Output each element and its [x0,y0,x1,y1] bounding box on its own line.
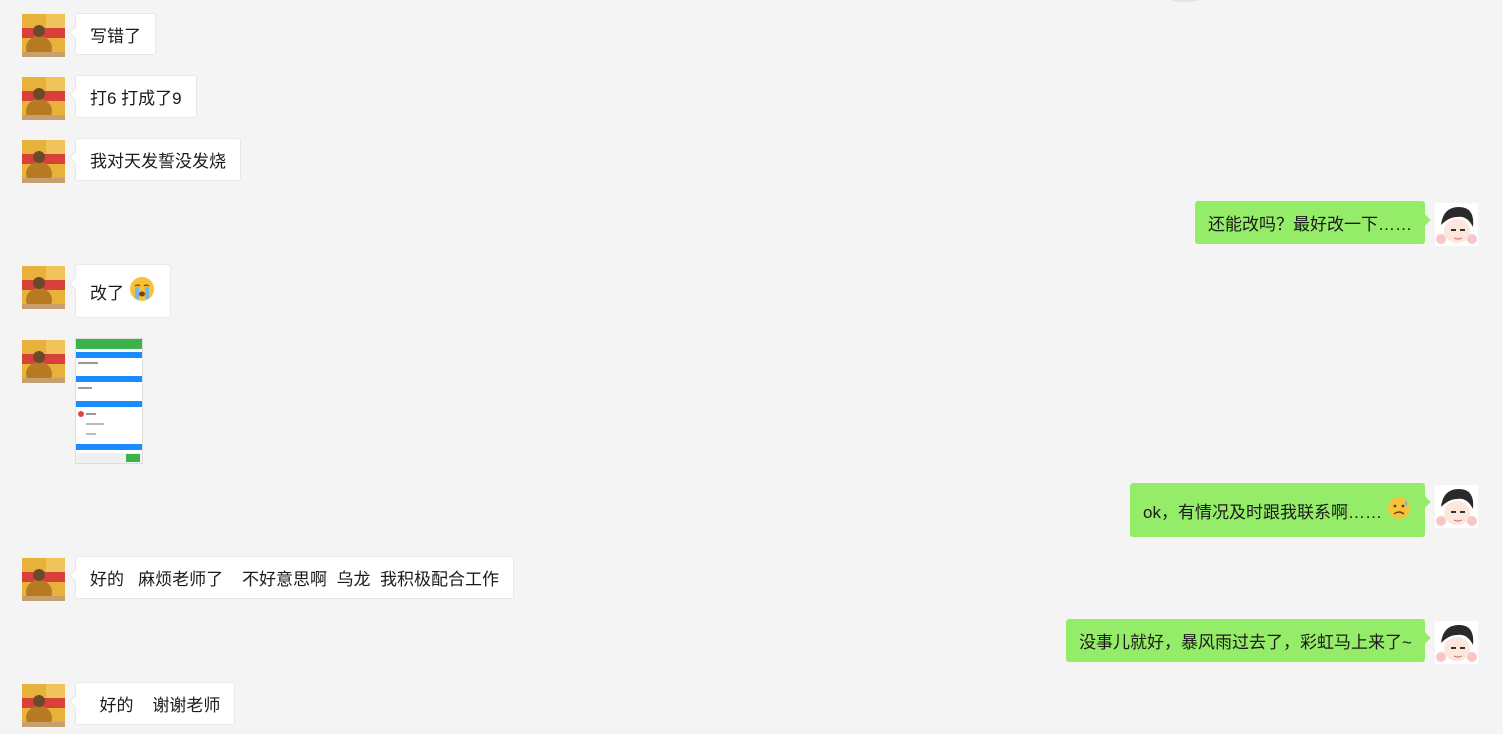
message-text: 打6 打成了9 [90,89,182,108]
form-screenshot-thumbnail[interactable] [75,338,143,464]
message-text: 我对天发誓没发烧 [90,152,226,171]
message-text: 改了 [90,283,124,303]
woman-portrait-avatar[interactable] [22,140,65,183]
woman-portrait-avatar[interactable] [22,684,65,727]
woman-portrait-avatar[interactable] [22,77,65,120]
message-bubble[interactable]: 好的 谢谢老师 [75,682,236,725]
cartoon-boy-avatar[interactable] [1435,621,1478,664]
message-bubble[interactable]: 好的 麻烦老师了 不好意思啊 乌龙 我积极配合工作 [75,556,514,599]
message-text: 好的 麻烦老师了 不好意思啊 乌龙 我积极配合工作 [90,570,499,589]
woman-portrait-avatar[interactable] [22,14,65,57]
woman-portrait-avatar[interactable] [22,266,65,309]
chat-message-list[interactable]: 写错了 打6 打成了9 我对天发誓没发烧 还能改吗？最好改一下…… 改了 ok，… [0,0,1503,734]
message-bubble[interactable]: 我对天发誓没发烧 [75,138,241,181]
message-text: 还能改吗？最好改一下…… [1208,215,1412,234]
cartoon-boy-avatar[interactable] [1435,485,1478,528]
cartoon-boy-avatar[interactable] [1435,203,1478,246]
message-bubble[interactable]: 没事儿就好，暴风雨过去了，彩虹马上来了~ [1066,619,1425,662]
message-bubble[interactable]: 写错了 [75,13,156,55]
message-text: 没事儿就好，暴风雨过去了，彩虹马上来了~ [1079,633,1412,652]
scroll-indicator [1165,0,1205,2]
message-bubble[interactable]: 改了 [75,264,171,318]
woman-portrait-avatar[interactable] [22,558,65,601]
crying-face-emoji [128,275,156,308]
message-bubble[interactable]: 还能改吗？最好改一下…… [1195,201,1425,244]
message-text: 好的 谢谢老师 [90,696,221,715]
sad-relieved-face-emoji [1386,495,1412,526]
message-text: ok，有情况及时跟我联系啊…… [1143,502,1382,522]
woman-portrait-avatar[interactable] [22,340,65,383]
message-bubble[interactable]: ok，有情况及时跟我联系啊…… [1130,483,1425,537]
message-text: 写错了 [90,26,141,46]
message-bubble[interactable]: 打6 打成了9 [75,75,197,118]
